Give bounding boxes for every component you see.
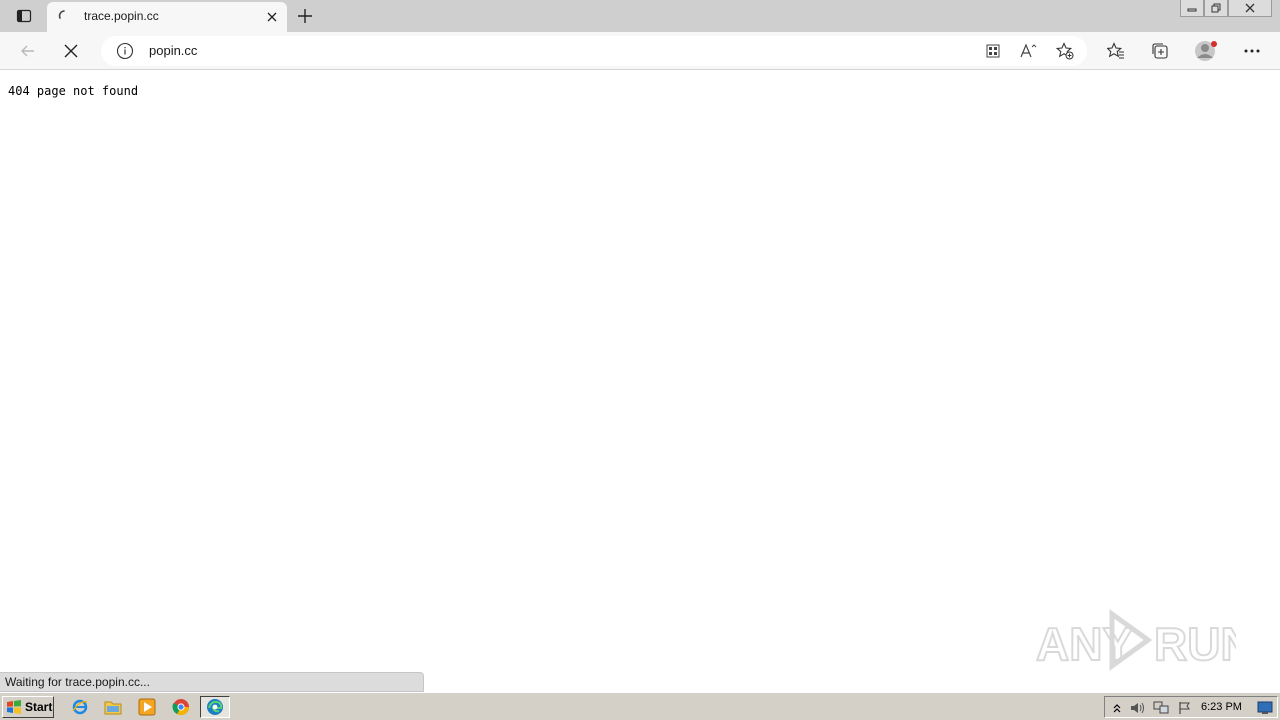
info-icon[interactable] [116,42,134,60]
flag-icon [1179,702,1190,714]
start-label: Start [25,700,53,714]
close-window-icon [1245,3,1255,13]
profile-button[interactable] [1192,37,1220,65]
desktop-icon [1257,701,1273,714]
edge-icon [207,699,223,715]
browser-toolbar: popin.cc [0,32,1280,70]
restore-icon [1211,3,1221,13]
taskbar-edge[interactable] [200,696,230,718]
action-center-button[interactable] [1177,700,1193,716]
minimize-icon [1187,8,1197,12]
plus-icon [298,9,312,23]
svg-text:RUN: RUN [1154,618,1236,670]
tab-title: trace.popin.cc [84,9,159,23]
network-button[interactable] [1153,700,1169,716]
system-tray: 6:23 PM [1104,696,1278,718]
active-tab[interactable]: trace.popin.cc [47,2,287,32]
clock[interactable]: 6:23 PM [1201,701,1242,713]
more-button[interactable] [1238,37,1266,65]
taskbar-media-player[interactable] [135,696,159,718]
collections-button[interactable] [1146,37,1174,65]
window-controls [1180,0,1272,18]
show-hidden-icons-button[interactable] [1109,700,1125,716]
taskbar-chrome[interactable] [169,696,193,718]
chrome-icon [172,699,189,716]
media-player-icon [138,698,156,716]
show-desktop-button[interactable] [1257,700,1273,716]
new-tab-button[interactable] [293,4,317,28]
close-window-button[interactable] [1228,0,1272,17]
stop-icon [64,44,78,58]
chevron-up-icon [1113,704,1121,713]
minimize-button[interactable] [1180,0,1204,17]
taskbar-file-explorer[interactable] [101,696,125,718]
tab-actions-button[interactable] [10,4,38,28]
folder-icon [104,701,122,715]
url-text[interactable]: popin.cc [149,43,197,58]
stop-button[interactable] [57,37,85,65]
add-favorite-icon [1056,42,1074,60]
read-aloud-button[interactable] [1019,41,1039,61]
close-icon [267,12,277,22]
close-tab-button[interactable] [263,8,281,26]
read-aloud-icon [1020,43,1037,58]
apps-icon [986,44,1000,58]
loading-spinner-icon [58,10,65,19]
more-icon [1244,49,1260,53]
internet-explorer-icon [72,699,88,715]
favorites-icon [1107,42,1124,59]
volume-button[interactable] [1130,700,1146,716]
start-button[interactable]: Start [2,696,54,718]
error-message: 404 page not found [8,84,139,98]
profile-icon [1195,41,1217,61]
windows-logo-icon [7,700,21,714]
collections-icon [1152,43,1168,59]
tab-actions-icon [16,9,32,23]
taskbar-internet-explorer[interactable] [68,696,92,718]
taskbar: Start 6:23 PM [0,692,1280,720]
restore-button[interactable] [1204,0,1228,17]
anyrun-watermark-logo: ANY RUN [1036,609,1236,671]
address-bar[interactable]: popin.cc [101,36,1087,66]
status-bubble: Waiting for trace.popin.cc... [0,672,424,692]
back-arrow-icon [21,45,34,57]
back-button[interactable] [14,37,42,65]
network-icon [1153,701,1169,714]
apps-button[interactable] [983,41,1003,61]
page-content: 404 page not found ANY RUN [0,71,1280,672]
add-favorite-button[interactable] [1055,41,1075,61]
speaker-icon [1131,702,1144,714]
tab-strip: trace.popin.cc [0,0,1280,32]
favorites-button[interactable] [1102,37,1130,65]
